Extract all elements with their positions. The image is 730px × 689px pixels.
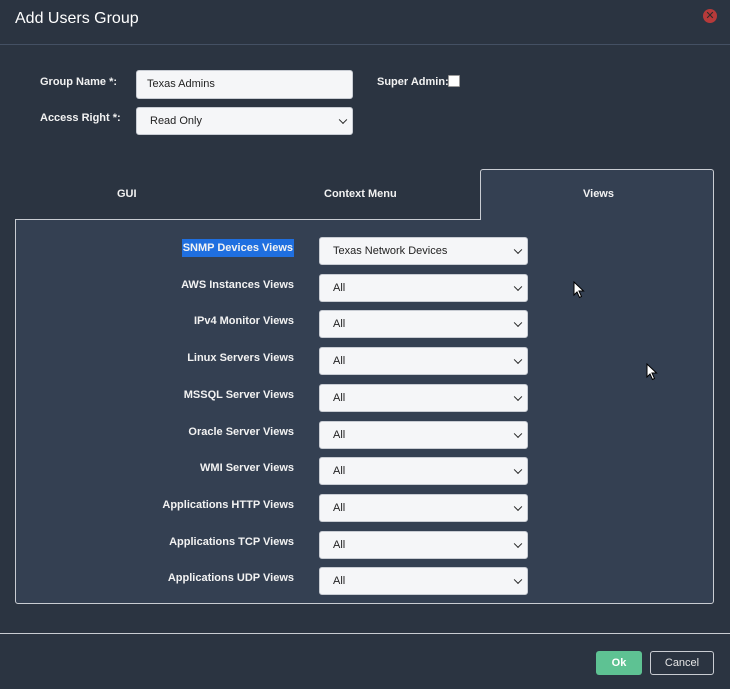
dialog-titlebar: Add Users Group ✕: [0, 0, 730, 45]
view-row-label: MSSQL Server Views: [0, 389, 294, 401]
view-row-label-text: Applications UDP Views: [167, 572, 294, 585]
chevron-down-icon: [513, 392, 523, 401]
tab-views-label: Views: [583, 188, 614, 200]
mouse-cursor-icon: [646, 363, 658, 381]
view-select-value: All: [333, 465, 346, 478]
view-select[interactable]: All: [319, 273, 528, 302]
cancel-button[interactable]: Cancel: [650, 651, 714, 675]
chevron-down-icon: [513, 502, 523, 511]
view-select[interactable]: All: [319, 347, 528, 376]
view-select-value: All: [333, 391, 346, 404]
access-right-label: Access Right *:: [40, 112, 121, 124]
view-select[interactable]: All: [319, 457, 528, 486]
footer-divider: [0, 633, 730, 634]
chevron-down-icon: [513, 282, 523, 291]
mouse-cursor-icon: [573, 281, 585, 299]
view-row-label: Applications UDP Views: [0, 572, 294, 584]
view-select[interactable]: All: [319, 383, 528, 412]
view-row-label-text: WMI Server Views: [200, 462, 294, 475]
add-users-group-dialog: Add Users Group ✕ Group Name *: Texas Ad…: [0, 0, 730, 689]
view-row-label: Applications HTTP Views: [0, 499, 294, 511]
view-row-label-text: Applications TCP Views: [169, 535, 294, 548]
view-select[interactable]: All: [319, 310, 528, 339]
view-row-label: AWS Instances Views: [0, 279, 294, 291]
close-icon[interactable]: ✕: [703, 9, 717, 23]
view-row-label: WMI Server Views: [0, 462, 294, 474]
view-select[interactable]: All: [319, 420, 528, 449]
super-admin-label: Super Admin:: [377, 76, 449, 88]
view-select[interactable]: Texas Network Devices: [319, 237, 528, 265]
access-right-value: Read Only: [150, 115, 202, 127]
view-row-label-text: SNMP Devices Views: [181, 239, 294, 257]
view-row-label-text: IPv4 Monitor Views: [193, 315, 294, 328]
view-row-label-text: Oracle Server Views: [188, 425, 294, 438]
view-select-value: All: [333, 575, 346, 588]
view-row-label-text: Applications HTTP Views: [162, 498, 294, 511]
view-row-label: Applications TCP Views: [0, 536, 294, 548]
chevron-down-icon: [338, 115, 348, 125]
chevron-down-icon: [513, 429, 523, 438]
chevron-down-icon: [513, 245, 523, 255]
view-select-value: All: [333, 318, 346, 331]
view-select-value: All: [333, 355, 346, 368]
view-select-value: Texas Network Devices: [333, 245, 448, 257]
dialog-title: Add Users Group: [15, 10, 139, 27]
view-select-value: All: [333, 428, 346, 441]
view-row-label: Oracle Server Views: [0, 426, 294, 438]
view-select[interactable]: All: [319, 567, 528, 596]
tab-context-menu[interactable]: Context Menu: [324, 188, 397, 200]
access-right-select[interactable]: Read Only: [136, 107, 353, 135]
view-select-value: All: [333, 281, 346, 294]
view-select[interactable]: All: [319, 493, 528, 522]
chevron-down-icon: [513, 575, 523, 585]
view-row-label-text: MSSQL Server Views: [183, 388, 294, 401]
view-row-label: SNMP Devices Views: [0, 239, 294, 257]
view-select-value: All: [333, 501, 346, 514]
tab-panel-joiner: [481, 218, 713, 221]
view-row-label: IPv4 Monitor Views: [0, 315, 294, 327]
view-row-label-text: Linux Servers Views: [187, 352, 294, 365]
group-name-label: Group Name *:: [40, 76, 118, 88]
view-select[interactable]: All: [319, 530, 528, 559]
super-admin-checkbox[interactable]: [448, 75, 460, 87]
view-row-label-text: AWS Instances Views: [181, 278, 294, 291]
chevron-down-icon: [513, 355, 523, 365]
tab-gui[interactable]: GUI: [117, 188, 137, 200]
chevron-down-icon: [513, 318, 523, 328]
ok-button[interactable]: Ok: [596, 651, 642, 675]
chevron-down-icon: [513, 465, 523, 475]
chevron-down-icon: [513, 539, 523, 548]
tab-views[interactable]: Views: [480, 169, 714, 221]
view-row-label: Linux Servers Views: [0, 352, 294, 364]
view-select-value: All: [333, 538, 346, 551]
group-name-input[interactable]: Texas Admins: [136, 70, 353, 99]
